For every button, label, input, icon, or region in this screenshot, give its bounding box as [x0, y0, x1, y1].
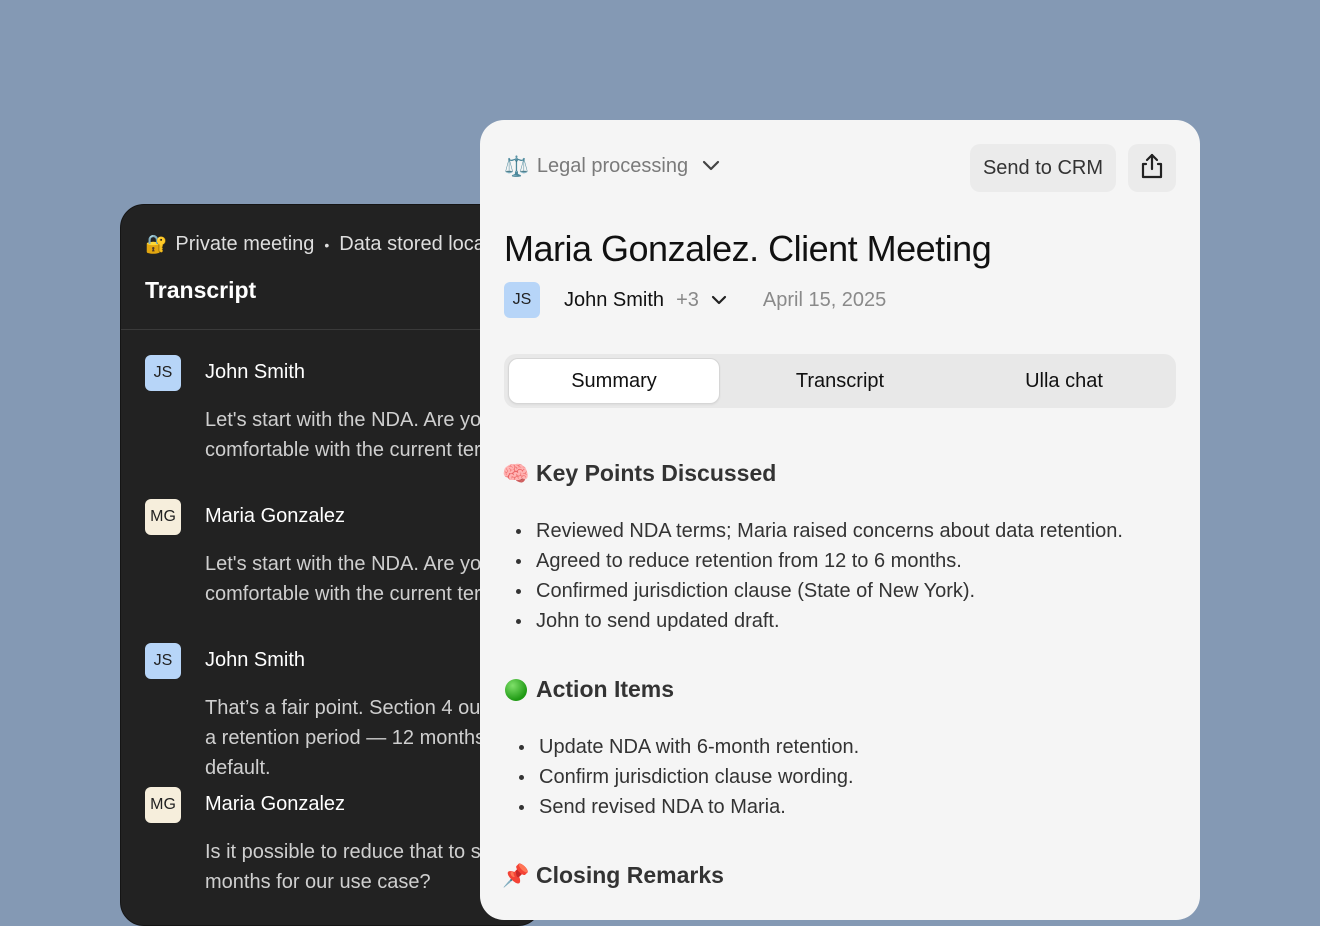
brain-icon: 🧠 — [502, 460, 530, 486]
section-title: Action Items — [536, 676, 675, 702]
transcript-title: Transcript — [145, 277, 257, 303]
chevron-down-icon[interactable] — [711, 295, 727, 305]
list-item: Update NDA with 6-month retention. — [518, 732, 859, 762]
privacy-status: 🔐 Private meeting • Data stored locally — [145, 233, 504, 256]
speaker-name: Maria Gonzalez — [205, 505, 346, 527]
scale-icon: ⚖️ — [504, 156, 529, 178]
send-to-crm-button[interactable]: Send to CRM — [970, 144, 1116, 192]
share-icon — [1138, 152, 1166, 185]
owner-name: John Smith — [564, 288, 665, 311]
green-circle-icon — [504, 678, 528, 701]
speaker-name: Maria Gonzalez — [205, 793, 346, 815]
list-item: Agreed to reduce retention from 12 to 6 … — [516, 546, 1123, 576]
avatar: JS — [504, 282, 540, 318]
avatar: MG — [145, 787, 181, 823]
list-item: Confirm jurisdiction clause wording. — [518, 762, 859, 792]
tab-transcript[interactable]: Transcript — [730, 358, 950, 404]
closing-remarks-heading: 📌 Closing Remarks — [502, 862, 724, 889]
meeting-date: April 15, 2025 — [762, 288, 887, 311]
action-items-list: Update NDA with 6-month retention. Confi… — [518, 732, 859, 822]
view-tabs: Summary Transcript Ulla chat — [504, 354, 1176, 408]
key-points-list: Reviewed NDA terms; Maria raised concern… — [516, 516, 1123, 636]
list-item: Reviewed NDA terms; Maria raised concern… — [516, 516, 1123, 546]
list-item: Confirmed jurisdiction clause (State of … — [516, 576, 1123, 606]
transcript-panel: 🔐 Private meeting • Data stored locally … — [120, 204, 542, 926]
tab-summary[interactable]: Summary — [508, 358, 720, 404]
avatar: JS — [145, 355, 181, 391]
speaker-name: John Smith — [205, 361, 306, 383]
section-title: Key Points Discussed — [536, 460, 777, 486]
separator-dot: • — [324, 236, 330, 253]
section-title: Closing Remarks — [536, 862, 724, 888]
divider — [121, 329, 541, 330]
lock-icon: 🔐 — [145, 234, 168, 254]
list-item: John to send updated draft. — [516, 606, 1123, 636]
chevron-down-icon — [702, 155, 720, 178]
participants-count[interactable]: +3 — [676, 289, 699, 312]
private-meeting-label: Private meeting — [175, 233, 315, 255]
pushpin-icon: 📌 — [502, 862, 530, 888]
meeting-meta: JS John Smith +3 April 15, 2025 — [504, 282, 886, 318]
summary-panel: ⚖️ Legal processing Send to CRM Maria Go… — [480, 120, 1200, 920]
meeting-title: Maria Gonzalez. Client Meeting — [504, 228, 992, 269]
action-items-heading: Action Items — [504, 676, 674, 703]
workspace-label: Legal processing — [536, 155, 689, 177]
avatar: JS — [145, 643, 181, 679]
key-points-heading: 🧠 Key Points Discussed — [502, 460, 777, 487]
share-button[interactable] — [1128, 144, 1176, 192]
avatar: MG — [145, 499, 181, 535]
list-item: Send revised NDA to Maria. — [518, 792, 859, 822]
tab-ulla-chat[interactable]: Ulla chat — [956, 358, 1172, 404]
speaker-name: John Smith — [205, 649, 306, 671]
workspace-dropdown[interactable]: ⚖️ Legal processing — [504, 154, 720, 179]
